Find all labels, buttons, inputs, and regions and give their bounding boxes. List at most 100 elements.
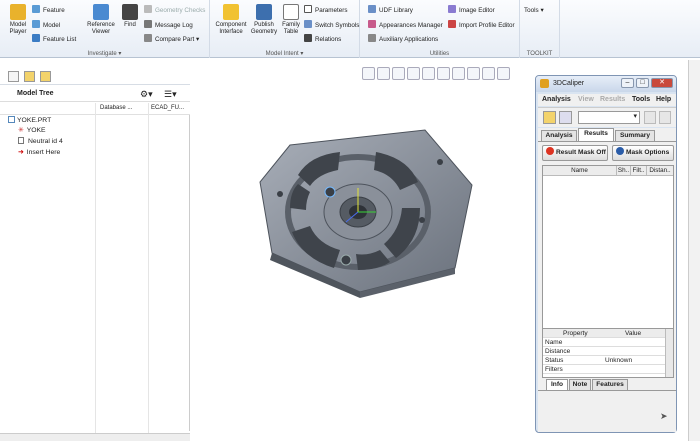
caliper-window: 3DCaliper – □ ✕ Analysis View Results To… [535, 75, 677, 433]
publish-geometry-icon [256, 4, 272, 20]
graphics-toolbar [362, 67, 510, 81]
auxiliary-applications-button[interactable]: Auxiliary Applications [368, 34, 438, 45]
toolkit-group-label: TOOLKIT [526, 51, 553, 57]
tree-item-insert-here[interactable]: ➜ Insert Here [18, 148, 60, 156]
caliper-menu-bar: Analysis View Results Tools Help [538, 94, 676, 106]
udf-library-button[interactable]: UDF Library [368, 5, 413, 16]
investigate-group: Model Player Feature Model Feature List … [0, 0, 210, 58]
publish-geometry-button[interactable]: Publish Geometry [250, 4, 278, 36]
col-filter[interactable]: Filt.. [631, 166, 647, 176]
image-editor-button[interactable]: Image Editor [448, 5, 495, 16]
family-table-button[interactable]: Family Table [280, 4, 302, 36]
menu-tools[interactable]: Tools [632, 94, 650, 106]
tree-horizontal-scrollbar[interactable] [0, 433, 190, 441]
minimize-button[interactable]: – [621, 78, 634, 88]
model-player-button[interactable]: Model Player [4, 4, 32, 36]
property-row[interactable]: Status Unknown [543, 356, 665, 365]
feature-list-icon [32, 34, 40, 42]
menu-analysis[interactable]: Analysis [542, 94, 571, 106]
yoke-3d-model[interactable] [250, 120, 480, 300]
tree-filter-icon[interactable]: ☰▾ [164, 89, 177, 100]
appearances-manager-button[interactable]: Appearances Manager [368, 20, 443, 31]
geometry-checks-icon [144, 5, 152, 13]
col-show[interactable]: Sh.. [617, 166, 631, 176]
tree-item-part[interactable]: YOKE.PRT [8, 116, 51, 124]
close-button[interactable]: ✕ [651, 78, 673, 88]
prev-icon[interactable] [644, 111, 656, 124]
import-profile-editor-icon [448, 20, 456, 28]
annotation-display-icon[interactable] [497, 67, 510, 80]
property-row[interactable]: Distance [543, 347, 665, 356]
import-profile-editor-button[interactable]: Import Profile Editor [448, 20, 515, 31]
model-intent-group-label[interactable]: Model Intent ▾ [210, 50, 359, 57]
find-button[interactable]: Find [120, 4, 140, 29]
results-table-header: Name Sh.. Filt.. Distan.. [543, 166, 673, 176]
zoom-out-icon[interactable] [392, 67, 405, 80]
family-table-icon [283, 4, 299, 20]
repaint-icon[interactable] [407, 67, 420, 80]
next-icon[interactable] [659, 111, 671, 124]
save-icon[interactable] [559, 111, 572, 124]
reference-viewer-button[interactable]: Reference Viewer [84, 4, 118, 36]
parameters-button[interactable]: Parameters [304, 5, 348, 16]
display-style-icon[interactable] [422, 67, 435, 80]
property-table: Property Value Name Distance Status Unkno… [542, 328, 674, 378]
model-tree-tab-icon[interactable] [8, 71, 19, 82]
investigate-group-label[interactable]: Investigate ▾ [0, 50, 209, 57]
relations-button[interactable]: Relations [304, 34, 341, 45]
component-interface-button[interactable]: Component Interface [214, 4, 248, 36]
caliper-title-bar[interactable]: 3DCaliper – □ ✕ [536, 76, 676, 92]
calculate-icon[interactable] [543, 111, 556, 124]
utilities-group-label: Utilities [429, 51, 450, 57]
menu-help[interactable]: Help [656, 94, 671, 106]
model-button[interactable]: Model [32, 20, 60, 31]
tab-features[interactable]: Features [592, 379, 628, 390]
feature-list-button[interactable]: Feature List [32, 34, 76, 45]
col-ecad[interactable]: ECAD_FU... [151, 105, 184, 111]
refit-icon[interactable] [362, 67, 375, 80]
model-tree-header: Model Tree ⚙▾ ☰▾ [0, 86, 190, 102]
feature-button[interactable]: Feature [32, 5, 65, 16]
part-icon [8, 116, 15, 123]
view-manager-icon[interactable] [452, 67, 465, 80]
tab-info[interactable]: Info [546, 379, 568, 390]
mask-options-icon [616, 147, 624, 155]
switch-symbols-button[interactable]: Switch Symbols [304, 20, 359, 31]
perspective-icon[interactable] [467, 67, 480, 80]
menu-results[interactable]: Results [600, 94, 625, 106]
property-row[interactable]: Name [543, 338, 665, 347]
tab-analysis[interactable]: Analysis [541, 130, 577, 141]
tab-results[interactable]: Results [578, 128, 614, 141]
tab-note[interactable]: Note [569, 379, 591, 390]
folder-browser-icon[interactable] [24, 71, 35, 82]
saved-views-icon[interactable] [437, 67, 450, 80]
geometry-checks-button[interactable]: Geometry Checks [144, 5, 205, 16]
tree-item-csys[interactable]: ✳ YOKE [18, 126, 46, 134]
tree-item-neutral[interactable]: Neutral id 4 [18, 137, 63, 145]
neutral-feature-icon [18, 137, 24, 144]
result-mask-off-button[interactable]: Result Mask Off [542, 145, 608, 161]
results-dropdown[interactable]: ▾ [578, 111, 640, 124]
property-row[interactable]: Filters [543, 365, 665, 374]
utilities-group: UDF Library Appearances Manager Auxiliar… [360, 0, 520, 58]
tools-dropdown[interactable]: Tools ▾ [524, 5, 544, 16]
reference-viewer-icon [93, 4, 109, 20]
message-log-button[interactable]: Message Log [144, 20, 193, 31]
maximize-button[interactable]: □ [636, 78, 649, 88]
menu-view[interactable]: View [578, 94, 594, 106]
zoom-in-icon[interactable] [377, 67, 390, 80]
property-scrollbar[interactable] [665, 329, 673, 377]
relations-icon [304, 34, 312, 42]
col-name[interactable]: Name [543, 166, 617, 176]
col-distance[interactable]: Distan.. [647, 166, 673, 176]
main-vertical-scrollbar[interactable] [688, 60, 700, 441]
mask-options-button[interactable]: Mask Options [612, 145, 674, 161]
compare-part-button[interactable]: Compare Part ▾ [144, 34, 199, 45]
info-panel: ➤ [538, 390, 676, 432]
tab-summary[interactable]: Summary [615, 130, 655, 141]
col-database[interactable]: Database ... [100, 105, 132, 111]
datum-display-icon[interactable] [482, 67, 495, 80]
model-player-icon [10, 4, 26, 20]
favorites-icon[interactable] [40, 71, 51, 82]
tree-settings-icon[interactable]: ⚙▾ [140, 89, 153, 100]
